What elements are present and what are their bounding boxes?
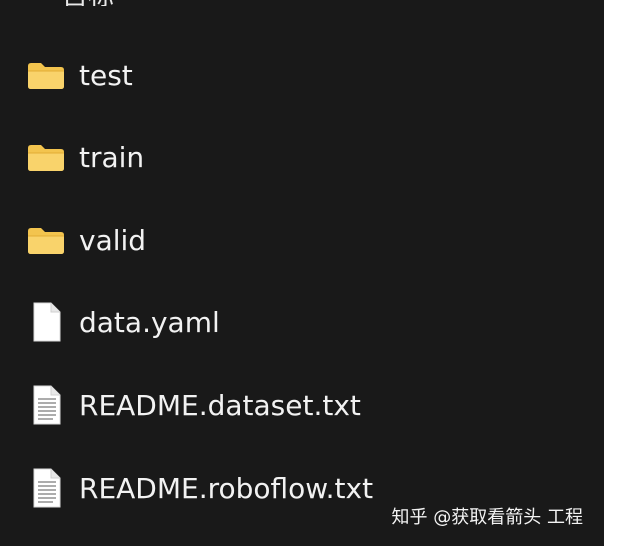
blank-document-icon [26,300,70,344]
explorer-panel: 目标 test train [0,0,604,546]
folder-icon [26,53,70,97]
file-item-label: test [79,58,133,92]
file-item-label: README.dataset.txt [79,388,361,422]
file-item-readme-dataset[interactable]: README.dataset.txt [26,377,546,433]
file-list: test train valid data.yaml README.datase… [0,0,604,546]
folder-icon [26,135,70,179]
file-item-data-yaml[interactable]: data.yaml [26,294,546,350]
file-item-valid[interactable]: valid [26,212,546,268]
file-item-test[interactable]: test [26,47,546,103]
right-margin [604,0,625,546]
watermark-text: 知乎 @获取看箭头 工程 [391,507,583,528]
folder-icon [26,218,70,262]
file-item-label: valid [79,223,147,257]
file-item-label: README.roboflow.txt [79,471,374,505]
file-item-label: train [79,140,145,174]
file-item-train[interactable]: train [26,129,546,185]
file-item-label: data.yaml [79,305,220,339]
text-document-icon [26,383,70,427]
text-document-icon [26,466,70,510]
